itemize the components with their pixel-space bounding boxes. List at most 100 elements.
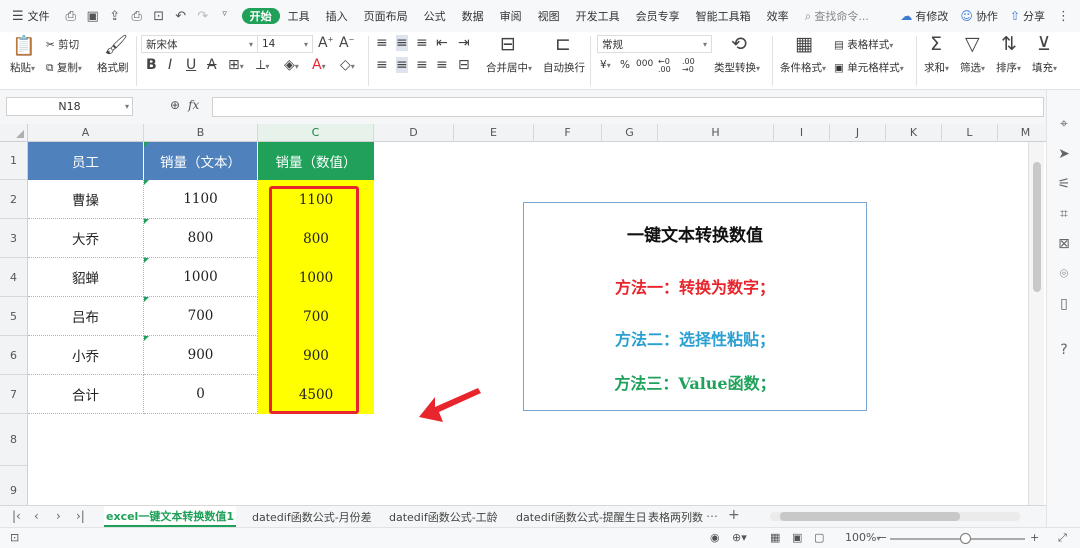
next-sheet-icon[interactable]: ›: [56, 509, 61, 523]
table-cell-employee[interactable]: 貂蝉: [28, 258, 144, 297]
indent-decrease-icon[interactable]: ⇤: [436, 35, 448, 51]
tab-developer[interactable]: 开发工具: [568, 8, 628, 24]
column-header-g[interactable]: G: [602, 124, 658, 142]
font-size-select[interactable]: 14 ▾: [257, 35, 313, 53]
align-bottom-icon[interactable]: ≡: [416, 35, 428, 51]
table-cell-employee[interactable]: 大乔: [28, 219, 144, 258]
row-header-9[interactable]: 9: [0, 466, 28, 505]
tab-formulas[interactable]: 公式: [416, 8, 454, 24]
row-header-8[interactable]: 8: [0, 414, 28, 466]
sheet-tab[interactable]: 表格两列数: [648, 506, 703, 527]
column-header-l[interactable]: L: [942, 124, 998, 142]
command-search[interactable]: ⌕ 查找命令...: [805, 8, 869, 24]
format-painter-button[interactable]: 格式刷: [97, 60, 129, 75]
sum-button[interactable]: 求和▾: [924, 60, 949, 75]
column-header-j[interactable]: J: [830, 124, 886, 142]
fill-button[interactable]: 填充▾: [1032, 60, 1057, 75]
underline-icon[interactable]: U: [186, 57, 196, 73]
column-header-a[interactable]: A: [28, 124, 144, 142]
tab-tools[interactable]: 工具: [280, 8, 318, 24]
fill-color-icon[interactable]: ◈▾: [284, 57, 299, 73]
column-header-b[interactable]: B: [144, 124, 258, 142]
align-right-icon[interactable]: ≡: [416, 57, 428, 73]
column-header-d[interactable]: D: [374, 124, 454, 142]
row-header-7[interactable]: 7: [0, 375, 28, 414]
file-menu[interactable]: ☰ 文件: [12, 8, 50, 24]
print-icon[interactable]: ⎙: [130, 9, 144, 24]
merge-center-button[interactable]: 合并居中▾: [486, 60, 532, 75]
align-left-icon[interactable]: ≡: [376, 57, 388, 73]
justify-icon[interactable]: ≡: [436, 57, 448, 73]
paste-icon[interactable]: 📋: [12, 34, 36, 57]
zoom-slider[interactable]: [890, 533, 1025, 544]
column-header-m[interactable]: M: [998, 124, 1046, 142]
page-layout-view-icon[interactable]: ▣: [792, 531, 802, 544]
table-cell-employee[interactable]: 吕布: [28, 297, 144, 336]
table-cell-sales-text[interactable]: 1100: [144, 180, 258, 219]
tab-member[interactable]: 会员专享: [628, 8, 688, 24]
tab-smart-toolbox[interactable]: 智能工具箱: [688, 8, 759, 24]
tab-efficiency[interactable]: 效率: [759, 8, 797, 24]
eye-protection-icon[interactable]: ◉: [710, 531, 720, 544]
print-preview-icon[interactable]: ⊡: [152, 9, 166, 24]
sort-icon[interactable]: ⇅: [1001, 33, 1017, 55]
fill-icon[interactable]: ⊻: [1037, 33, 1051, 55]
merge-center-icon[interactable]: ⊟: [500, 33, 516, 55]
decrease-decimal-icon[interactable]: .00 →0: [682, 58, 695, 74]
settings-sliders-icon[interactable]: ⚟: [1047, 176, 1080, 192]
sheet-tab[interactable]: datedif函数公式-提醒生日: [516, 506, 647, 527]
tab-review[interactable]: 审阅: [492, 8, 530, 24]
zoom-search-icon[interactable]: ⊕: [170, 98, 180, 112]
shape-icon[interactable]: ⟂▾: [256, 57, 269, 73]
conditional-format-icon[interactable]: ▦: [795, 33, 813, 55]
strikethrough-icon[interactable]: A: [207, 57, 217, 73]
paste-button[interactable]: 粘贴▾: [10, 60, 35, 75]
font-name-select[interactable]: 新宋体 ▾: [141, 35, 258, 53]
column-header-h[interactable]: H: [658, 124, 774, 142]
header-cell-employee[interactable]: 员工: [28, 142, 144, 180]
name-box[interactable]: N18 ▾: [6, 97, 133, 116]
zoom-in-icon[interactable]: +: [1030, 531, 1039, 544]
pin-icon[interactable]: ⌖: [1047, 116, 1080, 132]
type-convert-button[interactable]: 类型转换▾: [714, 60, 760, 75]
decrease-font-icon[interactable]: A−: [339, 35, 354, 51]
tab-page-layout[interactable]: 页面布局: [356, 8, 416, 24]
crop-icon[interactable]: ⌗: [1047, 206, 1080, 222]
column-header-f[interactable]: F: [534, 124, 602, 142]
bold-icon[interactable]: B: [146, 57, 157, 73]
vertical-scrollbar[interactable]: [1028, 142, 1044, 505]
page-break-view-icon[interactable]: ▢: [814, 531, 824, 544]
column-header-i[interactable]: I: [774, 124, 830, 142]
border-icon[interactable]: ⊞▾: [228, 57, 244, 73]
filter-icon[interactable]: ▽: [965, 33, 980, 55]
pdf-export-icon[interactable]: ⎙: [64, 9, 78, 24]
wrap-text-button[interactable]: 自动换行: [543, 60, 585, 75]
fullscreen-icon[interactable]: ⤢: [1058, 531, 1067, 545]
spreadsheet-grid[interactable]: ABCDEFGHIJKLM 123456789 员工 销量（文本） 销量（数值） 曹操…: [0, 124, 1046, 505]
note-textbox[interactable]: 一键文本转换数值 方法一：转换为数字； 方法二：选择性粘贴； 方法三：Value…: [523, 202, 867, 411]
row-header-2[interactable]: 2: [0, 180, 28, 219]
prev-sheet-icon[interactable]: ‹: [34, 509, 39, 523]
column-header-e[interactable]: E: [454, 124, 534, 142]
header-cell-sales-number[interactable]: 销量（数值）: [258, 142, 374, 180]
row-header-1[interactable]: 1: [0, 142, 28, 180]
row-header-3[interactable]: 3: [0, 219, 28, 258]
conditional-format-button[interactable]: 条件格式▾: [780, 60, 826, 75]
tab-data[interactable]: 数据: [454, 8, 492, 24]
zoom-out-icon[interactable]: −: [878, 531, 887, 544]
table-cell-employee[interactable]: 曹操: [28, 180, 144, 219]
table-cell-sales-text[interactable]: 700: [144, 297, 258, 336]
percent-button[interactable]: %: [620, 59, 630, 71]
horizontal-scroll-thumb[interactable]: [780, 512, 960, 521]
sheet-tab-active[interactable]: excel一键文本转换数值1: [104, 506, 236, 527]
number-format-select[interactable]: 常规 ▾: [597, 35, 712, 53]
row-header-5[interactable]: 5: [0, 297, 28, 336]
add-sheet-icon[interactable]: +: [728, 507, 740, 523]
book-icon[interactable]: ▯: [1047, 296, 1080, 312]
align-middle-icon[interactable]: ≡: [396, 35, 408, 51]
indent-increase-icon[interactable]: ⇥: [458, 35, 470, 51]
currency-button[interactable]: ¥▾: [600, 59, 611, 71]
sheet-tab[interactable]: datedif函数公式-工龄: [389, 506, 498, 527]
edit-status-button[interactable]: ☁ 有修改: [900, 8, 948, 24]
zoom-slider-knob[interactable]: [960, 533, 971, 544]
